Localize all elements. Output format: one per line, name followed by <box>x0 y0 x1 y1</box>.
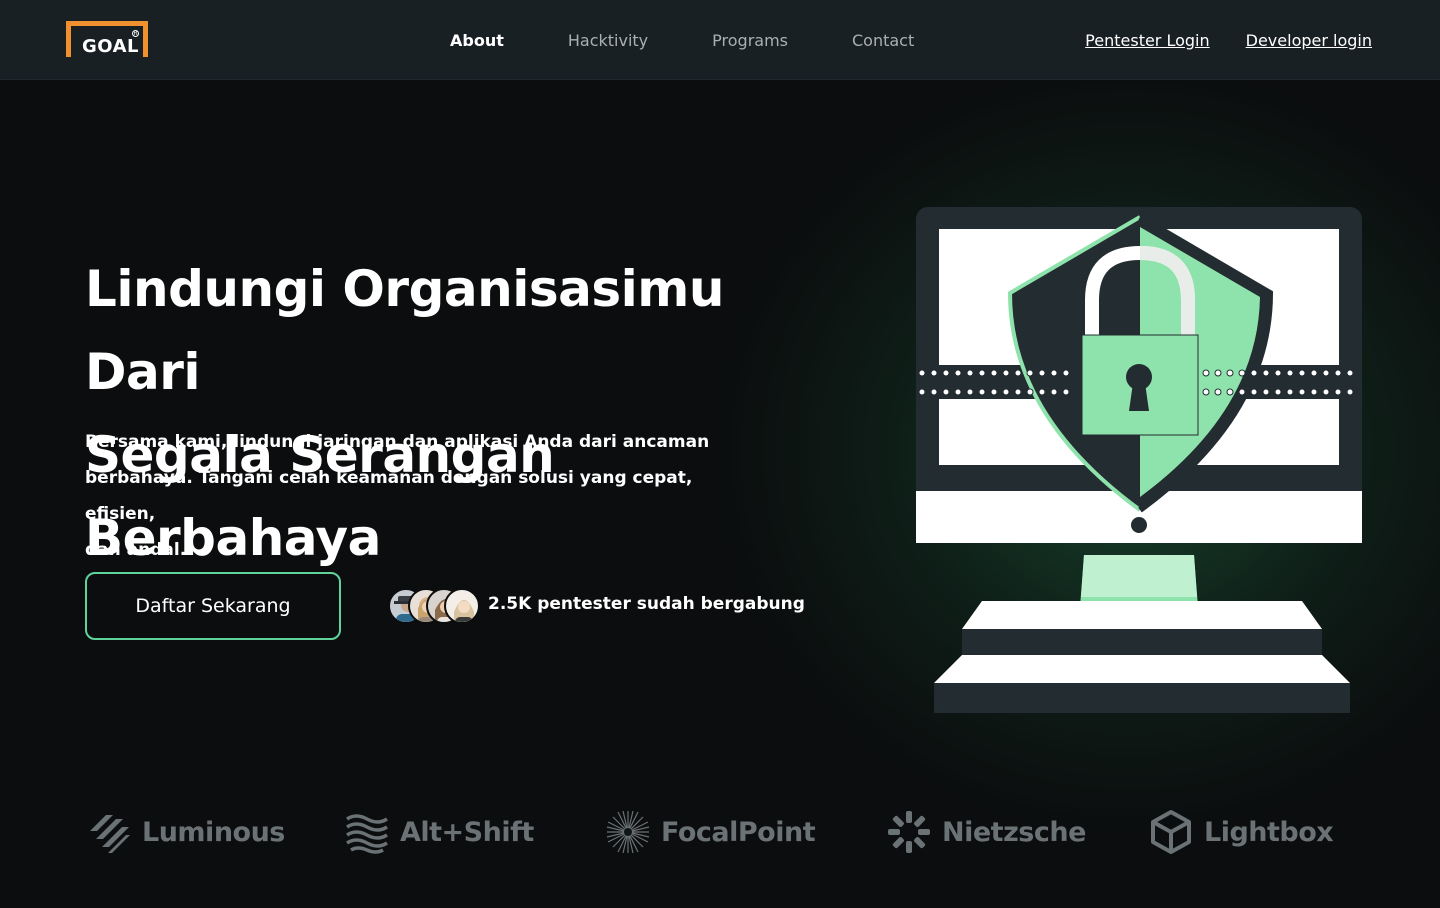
auth-links: Pentester Login Developer login <box>1049 0 1372 80</box>
luminous-logo-icon <box>86 809 132 855</box>
nietzsche-logo-icon <box>886 809 932 855</box>
brand-name: Lightbox <box>1204 816 1334 848</box>
nav-about[interactable]: About <box>450 31 504 50</box>
navbar: GOAL R About Hacktivity Programs Contact… <box>0 0 1440 80</box>
developer-login-link[interactable]: Developer login <box>1246 31 1372 50</box>
goal-logo[interactable]: GOAL R <box>66 21 148 58</box>
avatar <box>444 588 480 624</box>
pentester-count-text: 2.5K pentester sudah bergabung <box>488 594 805 614</box>
brand-name: FocalPoint <box>661 816 816 848</box>
brand-focalpoint: FocalPoint <box>605 800 816 864</box>
nav-hacktivity[interactable]: Hacktivity <box>568 31 648 50</box>
register-now-button[interactable]: Daftar Sekarang <box>85 572 341 640</box>
partner-brands: Luminous Alt+Shift FocalPoint Nietzsche … <box>0 800 1440 864</box>
brand-nietzsche: Nietzsche <box>886 800 1086 864</box>
brand-name: Luminous <box>142 816 285 848</box>
altshift-logo-icon <box>344 809 390 855</box>
hero-description: Bersama kami, lindungi jaringan dan apli… <box>85 424 725 568</box>
brand-altshift: Alt+Shift <box>344 800 534 864</box>
pentester-login-link[interactable]: Pentester Login <box>1085 31 1209 50</box>
pentester-avatars <box>388 588 480 624</box>
landing-page: GOAL R About Hacktivity Programs Contact… <box>0 0 1440 908</box>
hero-description-line-1: Bersama kami, lindungi jaringan dan apli… <box>85 432 710 452</box>
main-nav: About Hacktivity Programs Contact <box>450 0 978 80</box>
monitor-svg <box>916 207 1362 713</box>
brand-name: Alt+Shift <box>400 816 534 848</box>
lightbox-logo-icon <box>1148 809 1194 855</box>
security-monitor-illustration <box>914 205 1366 715</box>
nav-programs[interactable]: Programs <box>712 31 788 50</box>
hero-description-line-2: berbahaya. Tangani celah keamanan dengan… <box>85 468 693 524</box>
focalpoint-logo-icon <box>605 809 651 855</box>
hero-description-line-3: dan andal. <box>85 540 187 560</box>
hero-title-line-1: Lindungi Organisasimu Dari <box>85 260 724 401</box>
brand-luminous: Luminous <box>86 800 285 864</box>
registered-icon: R <box>132 30 139 37</box>
logo-text: GOAL <box>82 36 139 57</box>
brand-name: Nietzsche <box>942 816 1086 848</box>
brand-lightbox: Lightbox <box>1148 800 1334 864</box>
nav-contact[interactable]: Contact <box>852 31 914 50</box>
